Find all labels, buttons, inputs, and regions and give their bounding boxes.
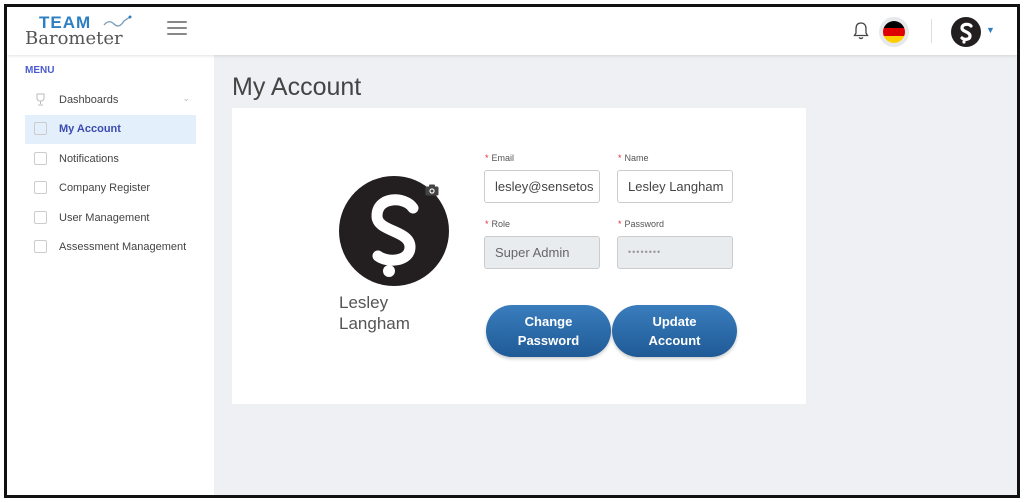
profile-name-first: Lesley (339, 293, 389, 312)
chevron-down-icon[interactable]: ⌄ (182, 93, 190, 104)
user-avatar-icon[interactable] (951, 17, 981, 47)
change-password-label-2: Password (517, 333, 580, 348)
sidebar-item-label: Dashboards (59, 94, 119, 106)
update-account-button[interactable]: Update Account (612, 305, 737, 357)
sidebar-item-label: Notifications (59, 153, 119, 165)
sidebar-item-company-register[interactable]: Company Register (25, 174, 196, 203)
change-password-label-1: Change (524, 314, 573, 329)
name-label: * Name (618, 153, 649, 163)
password-field: •••••••• (617, 236, 733, 269)
logo[interactable]: TEAM Barometer (25, 13, 135, 51)
sidebar-item-my-account[interactable]: My Account (25, 115, 196, 144)
logo-barometer-text: Barometer (25, 28, 123, 49)
logo-wave-icon (103, 15, 132, 27)
menu-label: MENU (25, 65, 55, 76)
email-field[interactable]: lesley@sensetos (484, 170, 600, 203)
germany-flag-icon[interactable] (879, 17, 909, 47)
app-window: TEAM Barometer ▼ MENU Dashboards ⌄ My Ac… (4, 4, 1020, 498)
camera-icon[interactable] (425, 184, 439, 196)
profile-name: Lesley Langham (339, 292, 439, 334)
sidebar-item-assessment-management[interactable]: Assessment Management (25, 233, 196, 262)
caret-down-icon[interactable]: ▼ (986, 25, 995, 35)
sidebar-item-label: User Management (59, 212, 150, 224)
role-label: * Role (485, 219, 511, 229)
profile-name-last: Langham (339, 314, 410, 333)
square-icon (34, 211, 47, 224)
sidebar-item-label: Company Register (59, 182, 151, 194)
hamburger-icon[interactable] (167, 21, 187, 37)
sidebar-item-label: Assessment Management (59, 241, 187, 253)
trophy-icon (36, 93, 45, 106)
bell-icon[interactable] (853, 21, 869, 41)
update-account-label-1: Update (652, 314, 697, 329)
square-icon (34, 152, 47, 165)
update-account-label-2: Account (648, 333, 701, 348)
name-field[interactable]: Lesley Langham (617, 170, 733, 203)
account-card: Lesley Langham * Email lesley@sensetos * N… (232, 108, 806, 404)
sidebar-item-dashboards[interactable]: Dashboards ⌄ (25, 86, 196, 115)
square-icon (34, 240, 47, 253)
top-header: TEAM Barometer ▼ (7, 7, 1017, 55)
password-label: * Password (618, 219, 665, 229)
sidebar-item-user-management[interactable]: User Management (25, 204, 196, 233)
role-field: Super Admin (484, 236, 600, 269)
sidebar: MENU Dashboards ⌄ My Account Notificatio… (7, 55, 214, 495)
sidebar-item-notifications[interactable]: Notifications (25, 145, 196, 174)
change-password-button[interactable]: Change Password (486, 305, 611, 357)
page-title: My Account (232, 73, 362, 101)
square-icon (34, 181, 47, 194)
sidebar-item-label: My Account (59, 123, 121, 135)
square-icon (34, 122, 47, 135)
header-divider (931, 19, 932, 43)
email-label: * Email (485, 153, 515, 163)
